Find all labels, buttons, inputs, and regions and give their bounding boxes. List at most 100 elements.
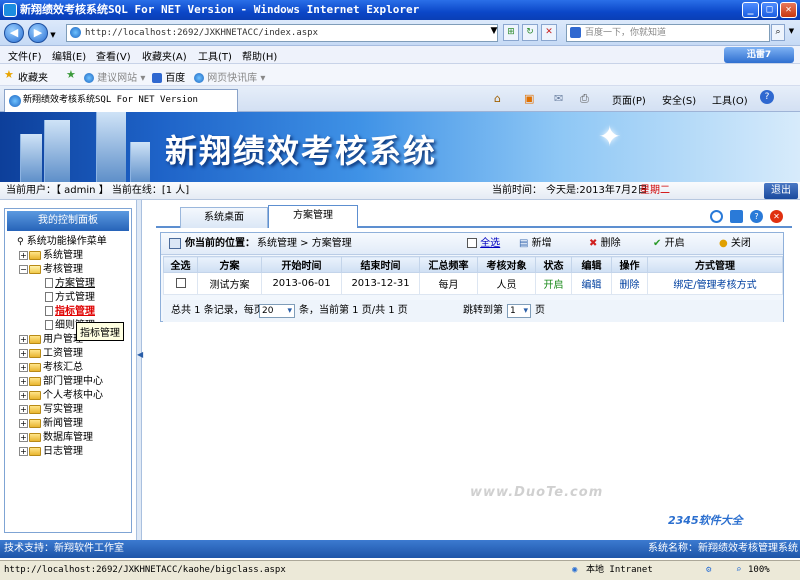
- expand-icon[interactable]: +: [19, 446, 28, 456]
- favorites-button[interactable]: 收藏夹: [18, 69, 48, 84]
- row-select-cell[interactable]: [163, 272, 198, 295]
- mail-icon[interactable]: ✉: [554, 92, 563, 105]
- tree-root[interactable]: ⚲ 系统功能操作菜单: [17, 236, 107, 248]
- home-icon[interactable]: ⌂: [494, 92, 501, 105]
- menu-favorites[interactable]: 收藏夹(A): [142, 48, 187, 63]
- main-content: 系统桌面 方案管理 ? ✕ 你当前的位置： 系统管理 > 方案管理 全选 ▤ 新…: [150, 200, 798, 540]
- xunlei-button[interactable]: 迅雷7: [724, 47, 794, 63]
- tree-item-summary[interactable]: + 考核汇总: [19, 362, 83, 374]
- select-all-action[interactable]: 全选: [467, 233, 500, 255]
- window-icon[interactable]: [730, 210, 743, 223]
- tools-menu[interactable]: 工具(O): [712, 92, 748, 107]
- per-page-select[interactable]: 20 ▾: [259, 304, 295, 318]
- zoom-level[interactable]: 100%: [748, 561, 770, 579]
- refresh-icon[interactable]: ↻: [522, 24, 538, 41]
- select-all-checkbox[interactable]: [467, 238, 477, 248]
- expand-icon[interactable]: +: [19, 250, 28, 260]
- tree-item-personal[interactable]: + 个人考核中心: [19, 390, 103, 402]
- help-icon[interactable]: ?: [760, 90, 774, 104]
- menu-help[interactable]: 帮助(H): [242, 48, 277, 63]
- select-all-label[interactable]: 全选: [480, 238, 500, 249]
- folder-icon: [29, 376, 41, 386]
- zoom-icon[interactable]: ⌕: [736, 561, 741, 579]
- help-icon[interactable]: ?: [750, 210, 763, 223]
- search-options-icon[interactable]: ▼: [786, 24, 797, 41]
- maximize-button[interactable]: □: [761, 2, 778, 18]
- menu-edit[interactable]: 编辑(E): [52, 48, 86, 63]
- cell-end-time: 2013-12-31: [341, 272, 420, 295]
- disable-button[interactable]: ● 关闭: [719, 233, 751, 255]
- page-select[interactable]: 1 ▾: [507, 304, 531, 318]
- status-link: http://localhost:2692/JXKHNETACC/kaohe/b…: [4, 565, 286, 575]
- url-input[interactable]: http://localhost:2692/JXKHNETACC/index.a…: [66, 24, 498, 42]
- collapse-arrow-icon[interactable]: ◀: [137, 350, 143, 359]
- tab-plan-management[interactable]: 方案管理: [268, 205, 358, 228]
- fav-link-webslice[interactable]: 网页快讯库 ▾: [194, 69, 265, 84]
- compat-view-icon[interactable]: ⊞: [503, 24, 519, 41]
- tree-item-record[interactable]: + 写实管理: [19, 404, 83, 416]
- fav-link-baidu[interactable]: 百度: [152, 69, 185, 84]
- tree-item-users[interactable]: + 用户管理: [19, 334, 83, 346]
- tree-item-department[interactable]: + 部门管理中心: [19, 376, 103, 388]
- expand-icon[interactable]: +: [19, 432, 28, 442]
- tree-item-method[interactable]: 方式管理: [45, 292, 95, 304]
- menu-tools[interactable]: 工具(T): [198, 48, 232, 63]
- delete-link[interactable]: 删除: [611, 272, 648, 295]
- expand-icon[interactable]: +: [19, 390, 28, 400]
- feeds-icon[interactable]: ▣: [524, 92, 534, 105]
- add-favorite-icon[interactable]: ★: [66, 68, 76, 81]
- folder-icon: [29, 334, 41, 344]
- forward-button[interactable]: ▶: [28, 23, 48, 43]
- close-button[interactable]: ✕: [780, 2, 797, 18]
- expand-icon[interactable]: +: [19, 334, 28, 344]
- expand-icon[interactable]: +: [19, 418, 28, 428]
- edit-link[interactable]: 编辑: [571, 272, 612, 295]
- tree-item-indicator[interactable]: 指标管理: [45, 306, 95, 318]
- tree-item-label: 考核管理: [43, 264, 83, 275]
- tree-item-database[interactable]: + 数据库管理: [19, 432, 93, 444]
- logout-button[interactable]: 退出: [764, 183, 798, 199]
- tree-item-label: 方式管理: [55, 292, 95, 303]
- tree-item-log[interactable]: + 日志管理: [19, 446, 83, 458]
- row-checkbox[interactable]: [175, 278, 186, 288]
- history-dropdown-icon[interactable]: ▼: [48, 28, 58, 39]
- collapse-icon[interactable]: −: [19, 264, 28, 274]
- sidebar-splitter[interactable]: ◀: [136, 200, 143, 540]
- search-input[interactable]: 百度一下，你就知道: [566, 24, 770, 42]
- search-icon[interactable]: ⌕: [771, 24, 785, 41]
- refresh-icon[interactable]: [710, 210, 723, 223]
- tree-item-system[interactable]: + 系统管理: [19, 250, 83, 262]
- col-select-all[interactable]: 全选: [163, 256, 198, 273]
- tree-item-assessment[interactable]: − 考核管理: [19, 264, 83, 276]
- tree-item-plan[interactable]: 方案管理: [45, 278, 95, 290]
- menu-file[interactable]: 文件(F): [8, 48, 42, 63]
- expand-icon[interactable]: +: [19, 376, 28, 386]
- tree-item-news[interactable]: + 新闻管理: [19, 418, 83, 430]
- browser-tab[interactable]: 新翔绩效考核系统SQL For NET Version: [4, 89, 238, 112]
- tree-item-salary[interactable]: + 工资管理: [19, 348, 83, 360]
- expand-icon[interactable]: +: [19, 348, 28, 358]
- col-edit: 编辑: [571, 256, 612, 273]
- tab-desktop[interactable]: 系统桌面: [180, 207, 268, 228]
- enable-button[interactable]: ✔ 开启: [653, 233, 685, 255]
- ie-icon: [84, 73, 94, 83]
- bind-method-link[interactable]: 绑定/管理考核方式: [647, 272, 783, 295]
- page-menu[interactable]: 页面(P): [612, 92, 646, 107]
- back-button[interactable]: ◀: [4, 23, 24, 43]
- minimize-button[interactable]: _: [742, 2, 759, 18]
- browser-tab-title: 新翔绩效考核系统SQL For NET Version: [23, 95, 198, 105]
- user-status-bar: 当前用户：【 admin 】 当前在线：[1 人] 当前时间： 今天是:2013…: [0, 182, 800, 200]
- stop-icon[interactable]: ✕: [541, 24, 557, 41]
- print-icon[interactable]: ⎙: [580, 92, 589, 106]
- expand-icon[interactable]: +: [19, 362, 28, 372]
- url-dropdown-icon[interactable]: ▼: [486, 24, 502, 41]
- protected-mode-icon[interactable]: ⚙: [706, 561, 711, 579]
- add-button[interactable]: ▤ 新增: [519, 233, 552, 255]
- close-tab-icon[interactable]: ✕: [770, 210, 783, 223]
- expand-icon[interactable]: +: [19, 404, 28, 414]
- menu-view[interactable]: 查看(V): [96, 48, 131, 63]
- cell-start-time: 2013-06-01: [261, 272, 342, 295]
- delete-button[interactable]: ✖ 删除: [589, 233, 621, 255]
- safety-menu[interactable]: 安全(S): [662, 92, 696, 107]
- fav-link-suggested[interactable]: 建议网站 ▾: [84, 69, 145, 84]
